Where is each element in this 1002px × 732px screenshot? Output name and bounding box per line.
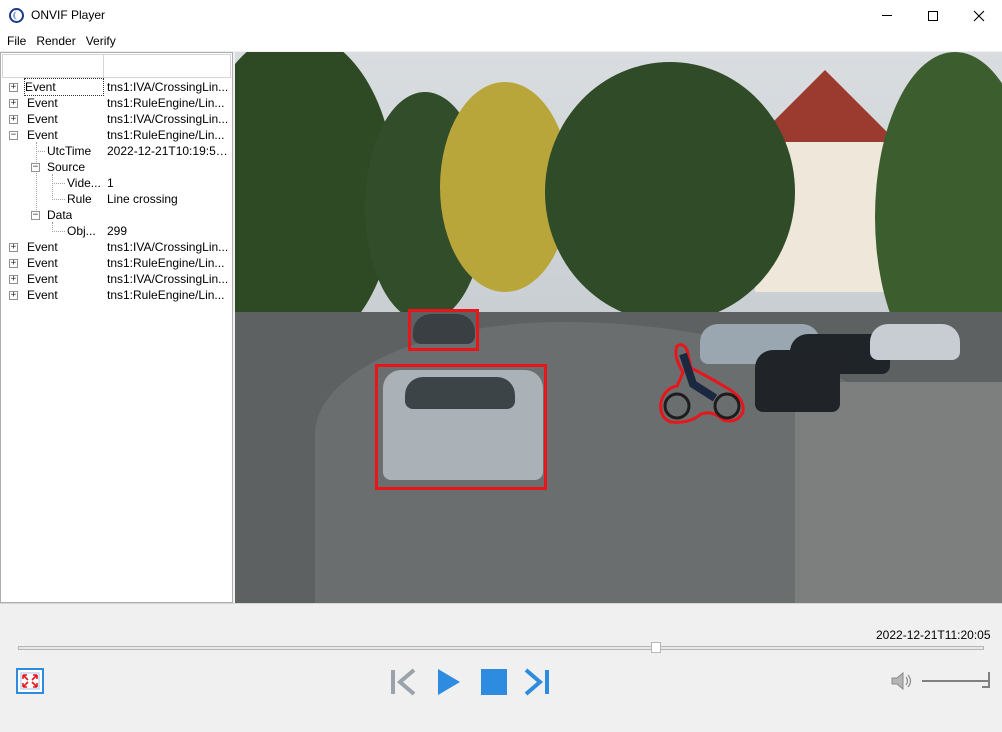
collapse-minus-icon[interactable]: − xyxy=(9,131,18,140)
maximize-button[interactable] xyxy=(910,0,956,31)
seek-thumb[interactable] xyxy=(650,642,661,653)
tree-row-value: 2022-12-21T10:19:52.... xyxy=(107,144,229,158)
tree-row-name: Event xyxy=(27,96,58,110)
tree-row-value: Line crossing xyxy=(107,192,178,206)
app-logo-icon xyxy=(9,8,24,23)
tree-row-event[interactable]: + Event tns1:IVA/CrossingLin... xyxy=(1,239,232,255)
stop-icon[interactable] xyxy=(478,666,510,698)
tree-row-name: Event xyxy=(24,78,104,96)
title-bar: ONVIF Player xyxy=(0,0,1002,31)
tree-row-value: 299 xyxy=(107,224,128,238)
tree-row-name: Event xyxy=(27,288,58,302)
close-button[interactable] xyxy=(956,0,1002,31)
detection-box xyxy=(408,309,479,351)
video-parked-car xyxy=(755,350,840,412)
tree-row-value: tns1:RuleEngine/Lin... xyxy=(107,96,225,110)
tree-row-event[interactable]: + Event tns1:RuleEngine/Lin... xyxy=(1,95,232,111)
collapse-minus-icon[interactable]: − xyxy=(31,211,40,220)
close-icon xyxy=(973,10,985,21)
tree-row-value: tns1:RuleEngine/Lin... xyxy=(107,256,225,270)
skip-back-icon[interactable] xyxy=(386,666,418,698)
tree-connector xyxy=(36,151,45,152)
playback-timestamp: 2022-12-21T11:20:05 xyxy=(876,628,991,642)
tree-row-name: Event xyxy=(27,240,58,254)
video-sidewalk xyxy=(795,382,1002,603)
tree-row-event[interactable]: + Event tns1:IVA/CrossingLin... xyxy=(1,111,232,127)
expand-plus-icon[interactable]: + xyxy=(9,115,18,124)
tree-row-name: Obj... xyxy=(67,224,96,238)
tree-row-name: Event xyxy=(27,272,58,286)
tree-row-name: Event xyxy=(27,128,58,142)
tree-row-value: tns1:IVA/CrossingLin... xyxy=(107,272,229,286)
tree-row-name: Event xyxy=(27,256,58,270)
playback-controls: 2022-12-21T11:20:05 xyxy=(0,603,1002,732)
event-tree: + Event tns1:IVA/CrossingLin... + Event … xyxy=(1,78,232,303)
tree-row-utctime[interactable]: UtcTime 2022-12-21T10:19:52.... xyxy=(1,143,232,159)
tree-row-value: tns1:IVA/CrossingLin... xyxy=(107,112,229,126)
tree-row-event[interactable]: + Event tns1:RuleEngine/Lin... xyxy=(1,255,232,271)
detection-outline xyxy=(659,343,745,424)
collapse-minus-icon[interactable]: − xyxy=(31,163,40,172)
tree-row-name: Data xyxy=(47,208,73,222)
tree-row-name: Vide... xyxy=(67,176,101,190)
play-icon[interactable] xyxy=(432,666,464,698)
expand-plus-icon[interactable]: + xyxy=(9,99,18,108)
maximize-icon xyxy=(928,10,938,21)
tree-row-source[interactable]: − Source xyxy=(1,159,232,175)
tree-row-event[interactable]: + Event tns1:IVA/CrossingLin... xyxy=(1,78,232,96)
tree-row-rule[interactable]: Rule Line crossing xyxy=(1,191,232,207)
tree-row-videosource[interactable]: Vide... 1 xyxy=(1,175,232,191)
fullscreen-button[interactable] xyxy=(16,668,44,694)
minimize-icon xyxy=(882,15,892,16)
tree-row-name: Rule xyxy=(67,192,92,206)
menu-bar: File Render Verify xyxy=(0,31,1002,51)
expand-plus-icon[interactable]: + xyxy=(9,259,18,268)
skip-forward-icon[interactable] xyxy=(522,666,554,698)
tree-row-name: UtcTime xyxy=(47,144,92,158)
volume-thumb[interactable] xyxy=(982,672,990,688)
tree-connector xyxy=(52,183,65,184)
tree-row-objectid[interactable]: Obj... 299 xyxy=(1,223,232,239)
menu-file[interactable]: File xyxy=(2,31,31,51)
tree-row-event[interactable]: + Event tns1:RuleEngine/Lin... xyxy=(1,287,232,303)
event-tree-panel[interactable]: + Event tns1:IVA/CrossingLin... + Event … xyxy=(0,52,233,603)
column-divider[interactable] xyxy=(103,55,104,77)
tree-row-event[interactable]: + Event tns1:IVA/CrossingLin... xyxy=(1,271,232,287)
volume-icon[interactable] xyxy=(890,670,914,692)
expand-plus-icon[interactable]: + xyxy=(9,83,18,92)
window-title: ONVIF Player xyxy=(31,8,106,22)
tree-row-value: 1 xyxy=(107,176,114,190)
video-frame[interactable] xyxy=(235,52,1002,603)
video-tree xyxy=(545,62,795,322)
video-parked-car xyxy=(870,324,960,360)
tree-connector xyxy=(52,199,65,200)
tree-column-header[interactable] xyxy=(2,54,231,78)
expand-plus-icon[interactable]: + xyxy=(9,291,18,300)
menu-verify[interactable]: Verify xyxy=(81,31,121,51)
detection-box xyxy=(375,364,547,490)
expand-plus-icon[interactable]: + xyxy=(9,243,18,252)
menu-render[interactable]: Render xyxy=(31,31,80,51)
tree-row-value: tns1:IVA/CrossingLin... xyxy=(107,240,229,254)
volume-slider[interactable] xyxy=(922,680,988,682)
fullscreen-icon xyxy=(20,672,40,690)
tree-row-data[interactable]: − Data xyxy=(1,207,232,223)
minimize-button[interactable] xyxy=(864,0,910,31)
seek-bar[interactable] xyxy=(18,646,984,650)
tree-row-value: tns1:RuleEngine/Lin... xyxy=(107,288,225,302)
tree-row-event-expanded[interactable]: − Event tns1:RuleEngine/Lin... xyxy=(1,127,232,143)
expand-plus-icon[interactable]: + xyxy=(9,275,18,284)
tree-row-value: tns1:IVA/CrossingLin... xyxy=(107,80,229,94)
tree-row-name: Source xyxy=(47,160,86,174)
tree-row-value: tns1:RuleEngine/Lin... xyxy=(107,128,225,142)
tree-row-name: Event xyxy=(27,112,58,126)
tree-connector xyxy=(52,231,65,232)
